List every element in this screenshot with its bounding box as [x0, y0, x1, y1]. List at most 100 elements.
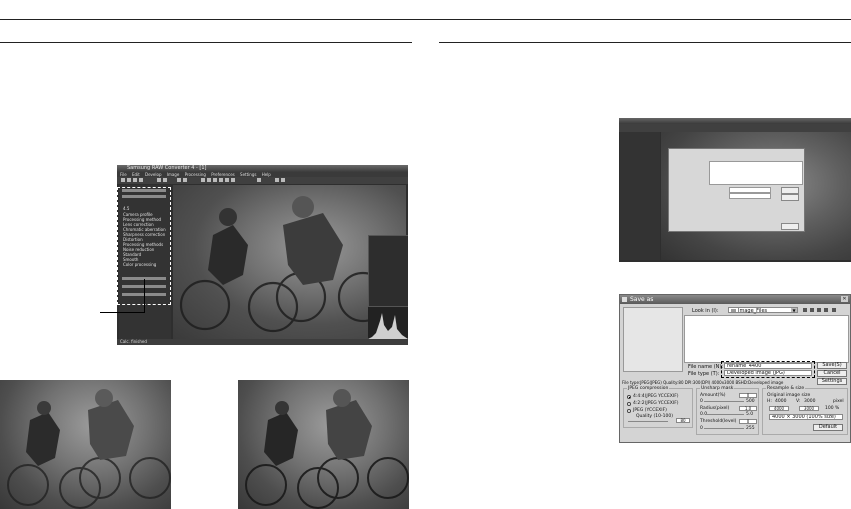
radio-444-label: 4:4:4(JPEG YCCEXIF) — [633, 394, 679, 399]
radio-422[interactable] — [627, 402, 631, 406]
radius-spinbox[interactable]: 1.0 — [739, 406, 757, 411]
cyclists-blurred — [7, 389, 171, 509]
amount-slider[interactable] — [704, 401, 744, 402]
amount-label: Amount(%) — [700, 393, 726, 398]
tool-icon[interactable] — [139, 178, 143, 182]
radio-jpeg[interactable] — [627, 409, 631, 413]
amount-max: 500 — [746, 399, 755, 404]
new-folder-icon[interactable] — [817, 308, 821, 312]
tool-icon[interactable] — [225, 178, 229, 182]
v-label: V: — [796, 399, 801, 404]
height-spinbox[interactable]: 3000 — [799, 406, 819, 411]
tool-icon[interactable] — [127, 178, 131, 182]
radius-max: 5.0 — [746, 412, 754, 417]
tool-icon[interactable] — [183, 178, 187, 182]
tool-icon[interactable] — [213, 178, 217, 182]
folder-icon — [731, 309, 736, 312]
save-button[interactable]: Save(S) — [817, 362, 847, 369]
filetype-field-thumbnail — [729, 193, 771, 199]
left-section-rule — [0, 42, 412, 43]
radio-444[interactable] — [627, 395, 631, 399]
radius-label: Radius(pixel) — [700, 406, 730, 411]
look-in-dropdown[interactable]: Image_Files ▼ — [728, 307, 798, 314]
h-label: H: — [767, 399, 772, 404]
jpeg-compression-group: JPEG compression 4:4:4(JPEG YCCEXIF) 4:2… — [623, 386, 693, 428]
comparison-photo-after — [238, 380, 409, 509]
quality-slider[interactable] — [628, 421, 668, 422]
tool-icon[interactable] — [201, 178, 205, 182]
radio-422-label: 4:2:2(JPEG YCCEXIF) — [633, 401, 679, 406]
threshold-slider[interactable] — [704, 428, 744, 429]
settings-panel — [620, 132, 660, 260]
h-value: 4000 — [775, 399, 787, 404]
chevron-down-icon[interactable]: ▼ — [791, 308, 797, 313]
places-bar[interactable] — [623, 307, 683, 372]
file-name-label: File name (N): — [688, 364, 724, 370]
dialog-titlebar: Save as ✕ — [620, 295, 850, 304]
right-section-rule — [439, 42, 851, 43]
original-size-label: Original image size — [767, 393, 811, 398]
tool-icon[interactable] — [177, 178, 181, 182]
tool-icon[interactable] — [207, 178, 211, 182]
tool-icon[interactable] — [219, 178, 223, 182]
dialog-title: Save as — [630, 296, 654, 303]
default-button-thumbnail — [781, 223, 799, 230]
top-rule — [0, 19, 851, 20]
hand-icon[interactable] — [832, 308, 836, 312]
tool-icon[interactable] — [281, 178, 285, 182]
file-list[interactable] — [684, 315, 849, 363]
quality-spinbox[interactable]: 80 — [676, 418, 690, 423]
amount-spinbox[interactable]: 0 — [739, 393, 757, 398]
app-with-save-dialog-screenshot — [619, 118, 851, 262]
raw-converter-screenshot: Samsung RAW Converter 4 - [1] File Edit … — [117, 165, 408, 345]
file-list-thumbnail — [709, 161, 803, 185]
save-dialog-thumbnail — [668, 148, 805, 232]
close-icon[interactable]: ✕ — [841, 296, 848, 302]
back-icon[interactable] — [803, 308, 807, 312]
radio-jpeg-label: JPEG (YCCEXIF) — [633, 408, 667, 413]
callout-line-horizontal — [100, 312, 145, 313]
unsharp-mask-group: Unsharp mask Amount(%) 0 0 500 Radius(pi… — [696, 386, 759, 435]
threshold-min: 0 — [700, 426, 703, 431]
save-button-thumbnail — [781, 187, 799, 194]
status-bar: Calc. finished — [117, 339, 408, 345]
toolbar — [117, 177, 408, 184]
radius-slider[interactable] — [707, 414, 744, 415]
look-in-value: Image_Files — [738, 308, 768, 314]
v-value: 3000 — [804, 399, 816, 404]
size-preset-select[interactable]: 4000 × 3000 (100% size) — [769, 414, 843, 420]
tool-icon[interactable] — [275, 178, 279, 182]
unit-label: pixel — [833, 399, 844, 404]
threshold-label: Threshold(level) — [700, 419, 737, 424]
quality-label: Quality (10-100) — [636, 414, 673, 419]
histogram-graph — [368, 313, 408, 339]
comparison-photo-before — [0, 380, 171, 509]
file-type-label: File type (T): — [688, 371, 720, 377]
app-icon — [622, 297, 627, 302]
unsharp-group-title: Unsharp mask — [700, 386, 735, 391]
tool-icon[interactable] — [257, 178, 261, 182]
file-info-line: File type:JPEG(JPEG) Quality:80 DPI:300(… — [622, 380, 784, 385]
tool-icon[interactable] — [133, 178, 137, 182]
look-in-label: Look in (I): — [692, 308, 719, 314]
tool-icon[interactable] — [157, 178, 161, 182]
settings-button[interactable]: Settings — [817, 378, 847, 385]
resample-size-group: Resample & size Original image size H: 4… — [762, 386, 848, 435]
tool-icon[interactable] — [121, 178, 125, 182]
amount-min: 0 — [700, 399, 703, 404]
view-menu-icon[interactable] — [824, 308, 828, 312]
up-folder-icon[interactable] — [810, 308, 814, 312]
cancel-button-thumbnail — [781, 194, 799, 201]
jpeg-group-title: JPEG compression — [627, 386, 670, 391]
cyclists-sharp — [245, 389, 409, 509]
cancel-button[interactable]: Cancel — [817, 370, 847, 377]
tool-icon[interactable] — [163, 178, 167, 182]
highlight-dashed-box — [721, 361, 815, 378]
tool-icon[interactable] — [231, 178, 235, 182]
threshold-spinbox[interactable]: 0 — [739, 419, 757, 424]
width-spinbox[interactable]: 4000 — [769, 406, 789, 411]
toolbar — [619, 124, 851, 132]
save-as-dialog: Save as ✕ Look in (I): Image_Files ▼ Fil… — [619, 294, 851, 443]
percent-label: 100 % — [825, 406, 840, 411]
default-button[interactable]: Default — [813, 424, 843, 431]
